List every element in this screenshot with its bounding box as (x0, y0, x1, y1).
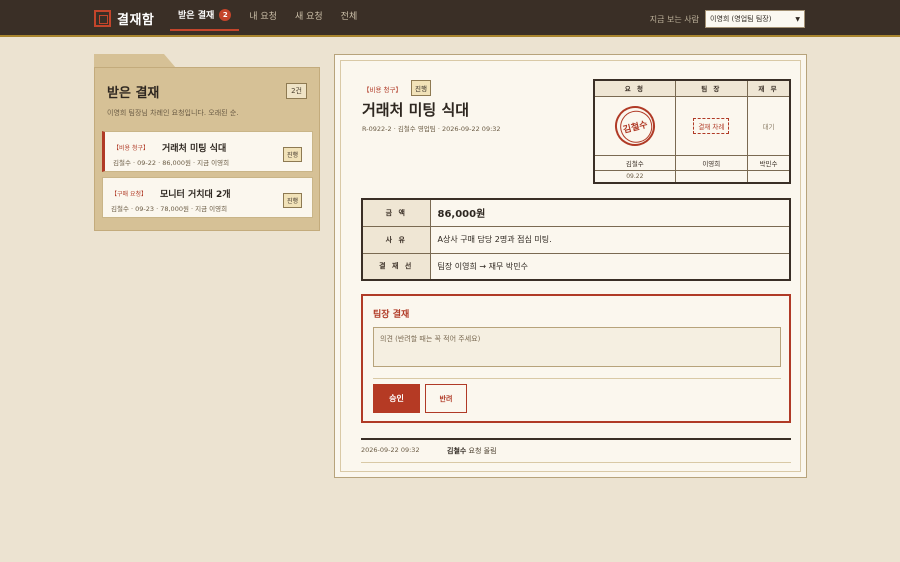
document-category: 【비용 청구】 (363, 86, 402, 94)
inbox-title: 받은 결재 (107, 86, 160, 101)
inbox-folder-tab (94, 54, 176, 68)
stamp-cell-finance: 대기 (746, 95, 791, 156)
viewer-label: 지금 보는 사람 (649, 14, 699, 24)
approval-document: 【비용 청구】 진행 거래처 미팅 식대 R-0922-2 · 김철수 영업팀 … (334, 54, 807, 478)
inbox-item-category: 【비용 청구】 (113, 145, 149, 152)
reject-button[interactable]: 반려 (425, 384, 467, 413)
logo[interactable]: 결재함 (94, 9, 154, 28)
team-lead-approval-box: 팀장 결재 의견 (반려할 때는 꼭 적어 주세요) 승인 반려 (361, 294, 791, 423)
inbox-item-meta: 김철수 · 09-22 · 86,000원 · 지금 이영희 (113, 159, 230, 167)
inbox-item-status: 진행 (282, 147, 302, 162)
info-value-approval-line: 팀장 이영희 → 재무 박민수 (429, 252, 791, 281)
nav-received[interactable]: 받은 결재 2 (170, 0, 240, 31)
nav-all[interactable]: 전체 (333, 0, 366, 31)
nav-received-label: 받은 결재 (178, 11, 215, 21)
history-action: 요청 올림 (466, 447, 497, 455)
inbox-item[interactable]: 【구매 요청】 모니터 거치대 2개 김철수 · 09-23 · 78,000원… (102, 177, 313, 218)
inbox-item-category: 【구매 요청】 (111, 191, 147, 198)
document-meta: R-0922-2 · 김철수 영업팀 · 2026-09-22 09:32 (362, 125, 501, 133)
inbox-item-title: 거래처 미팅 식대 (162, 144, 227, 154)
inbox-item-meta: 김철수 · 09-23 · 78,000원 · 지금 이영희 (111, 205, 228, 213)
inbox-description: 이영희 팀장님 차례인 요청입니다. 오래된 순. (107, 109, 239, 117)
inbox-panel: 받은 결재 2건 이영희 팀장님 차례인 요청입니다. 오래된 순. 【비용 청… (94, 54, 320, 231)
inbox-item[interactable]: 【비용 청구】 거래처 미팅 식대 김철수 · 09-22 · 86,000원 … (102, 131, 313, 172)
seal-icon: 김철수 (610, 101, 660, 151)
viewer-select[interactable]: 이영희 (영업팀 팀장) ▼ (705, 10, 805, 28)
approval-box-title: 팀장 결재 (373, 310, 410, 320)
approve-button[interactable]: 승인 (373, 384, 420, 413)
history-time: 2026-09-22 09:32 (361, 446, 420, 454)
stamp-name-finance: 박민수 (746, 154, 791, 172)
inbox-item-status: 진행 (282, 193, 302, 208)
inbox-body: 받은 결재 2건 이영희 팀장님 차례인 요청입니다. 오래된 순. 【비용 청… (94, 67, 320, 231)
nav-my-requests[interactable]: 내 요청 (241, 0, 285, 31)
document-frame: 【비용 청구】 진행 거래처 미팅 식대 R-0922-2 · 김철수 영업팀 … (340, 60, 801, 472)
stamp-waiting-text: 대기 (762, 122, 775, 131)
document-title: 거래처 미팅 식대 (362, 101, 470, 119)
info-value-amount: 86,000원 (429, 198, 791, 227)
info-label-amount: 금 액 (361, 198, 431, 227)
sign-turn-button[interactable]: 결재 차례 (693, 117, 730, 134)
inbox-count-badge: 2건 (286, 83, 307, 99)
stamp-header-team-lead: 팀 장 (674, 79, 748, 97)
stamp-date-request: 09.22 (593, 170, 676, 184)
info-label-approval-line: 결 재 선 (361, 252, 431, 281)
inbox-item-title: 모니터 거치대 2개 (160, 190, 231, 200)
stamp-name-team-lead: 이영희 (674, 154, 748, 172)
viewer-selected-value: 이영희 (영업팀 팀장) (710, 15, 772, 23)
main-nav: 받은 결재 2 내 요청 새 요청 전체 (170, 0, 367, 37)
divider (361, 438, 791, 440)
history-actor: 김철수 (447, 447, 467, 455)
chevron-down-icon: ▼ (795, 15, 800, 23)
stamp-date-finance (746, 170, 791, 184)
stamp-date-team-lead (674, 170, 748, 184)
stamp-header-finance: 재 무 (746, 79, 791, 97)
stamp-header-request: 요 청 (593, 79, 676, 97)
stamp-name-request: 김철수 (593, 154, 676, 172)
approval-stamp-table: 요 청 팀 장 재 무 김철수 결재 차례 대기 김철수 이영희 박민수 09.… (593, 79, 791, 184)
logo-icon (94, 10, 111, 27)
logo-text: 결재함 (117, 13, 155, 28)
stamp-cell-team-lead: 결재 차례 (674, 95, 748, 156)
comment-textarea[interactable]: 의견 (반려할 때는 꼭 적어 주세요) (373, 327, 781, 367)
divider (373, 378, 781, 379)
history-entry: 김철수 요청 올림 (447, 446, 497, 456)
nav-new-request[interactable]: 새 요청 (287, 0, 331, 31)
nav-received-badge: 2 (219, 8, 232, 21)
viewer-switcher: 지금 보는 사람 이영희 (영업팀 팀장) ▼ (650, 10, 805, 28)
stamp-cell-request: 김철수 (593, 95, 676, 156)
divider (361, 462, 791, 463)
info-label-reason: 사 유 (361, 225, 431, 254)
seal-name: 김철수 (621, 119, 649, 136)
document-info-table: 금 액 86,000원 사 유 A상사 구매 담당 2명과 점심 미팅. 결 재… (361, 198, 791, 281)
top-bar: 결재함 받은 결재 2 내 요청 새 요청 전체 지금 보는 사람 이영희 (영… (0, 0, 900, 37)
document-status-badge: 진행 (411, 80, 431, 96)
info-value-reason: A상사 구매 담당 2명과 점심 미팅. (429, 225, 791, 254)
